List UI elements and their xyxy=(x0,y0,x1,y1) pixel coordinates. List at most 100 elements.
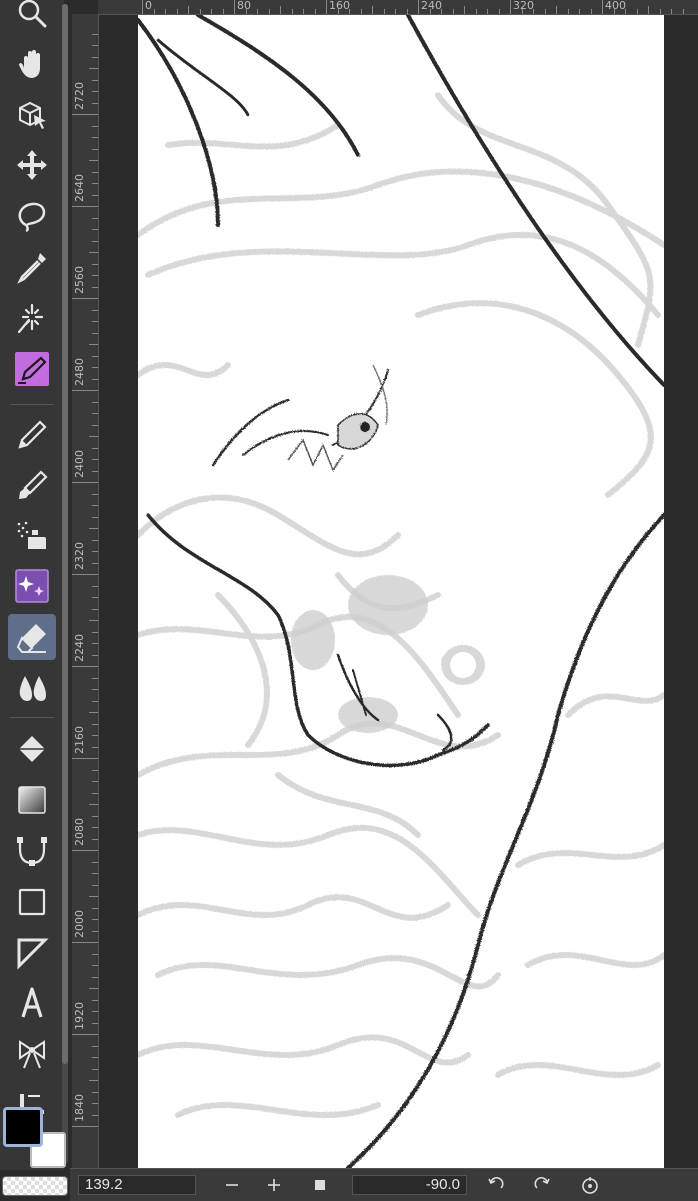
ruler-minor-tick xyxy=(567,9,569,14)
ruler-minor-tick xyxy=(153,9,155,14)
ruler-minor-tick xyxy=(92,240,98,242)
main-color-swatch[interactable] xyxy=(3,1107,43,1147)
ruler-label: 2160 xyxy=(73,726,86,754)
blend-icon xyxy=(19,676,46,701)
ruler-minor-tick xyxy=(406,9,408,14)
ruler-minor-tick xyxy=(92,355,98,357)
ruler-minor-tick xyxy=(92,735,98,736)
ruler-tick xyxy=(234,0,235,14)
plus-icon xyxy=(268,1179,280,1191)
reset-rotation-icon xyxy=(582,1177,598,1194)
zoom-in-button[interactable] xyxy=(260,1171,288,1199)
scrollbar-thumb[interactable] xyxy=(62,4,68,1064)
ruler-tick xyxy=(72,114,98,115)
ruler-tick xyxy=(72,1034,98,1035)
ruler-minor-tick xyxy=(92,56,98,58)
ruler-minor-tick xyxy=(188,6,189,14)
fill-tool-button[interactable] xyxy=(8,725,56,771)
frame-border-tool-button[interactable] xyxy=(8,930,56,976)
rotate-right-button[interactable] xyxy=(528,1171,556,1199)
ruler-minor-tick xyxy=(92,1114,98,1116)
ruler-minor-tick xyxy=(659,9,661,14)
balloon-icon xyxy=(19,1040,45,1069)
lasso-select-tool-button[interactable] xyxy=(8,193,56,239)
zoom-field[interactable]: 139.2 xyxy=(78,1175,196,1195)
decoration-tool-button[interactable] xyxy=(8,563,56,609)
reset-rotation-button[interactable] xyxy=(576,1171,604,1199)
ruler-minor-tick xyxy=(92,953,98,955)
ruler-minor-tick xyxy=(92,585,98,587)
ruler-label: 80 xyxy=(237,0,251,12)
ruler-minor-tick xyxy=(636,9,638,14)
ruler-minor-tick xyxy=(521,9,523,14)
ruler-minor-tick xyxy=(556,6,557,14)
airbrush-icon xyxy=(17,521,46,549)
ruler-minor-tick xyxy=(498,9,500,14)
ruler-minor-tick xyxy=(441,9,442,14)
ruler-minor-tick xyxy=(92,321,98,322)
eyedropper-tool-button[interactable] xyxy=(8,244,56,290)
ruler-minor-tick xyxy=(92,1045,98,1047)
ruler-minor-tick xyxy=(671,9,672,14)
hand-tool-button[interactable] xyxy=(8,41,56,87)
move-layer-tool-button[interactable] xyxy=(8,142,56,188)
rectangle-icon xyxy=(18,888,46,916)
canvas-area[interactable] xyxy=(99,15,698,1168)
ruler-minor-tick xyxy=(89,68,98,69)
pencil-tool-button[interactable] xyxy=(8,411,56,457)
ruler-minor-tick xyxy=(92,689,98,690)
fit-to-window-button[interactable] xyxy=(306,1171,334,1199)
ruler-label: 2240 xyxy=(73,634,86,662)
ruler-minor-tick xyxy=(92,723,98,725)
ruler-minor-tick xyxy=(89,160,98,161)
ruler-minor-tick xyxy=(452,9,454,14)
rotation-field[interactable]: -90.0 xyxy=(352,1175,467,1195)
figure-curve-icon xyxy=(17,837,47,866)
eraser-tool-button[interactable] xyxy=(8,614,56,660)
zoom-icon xyxy=(18,0,47,28)
ruler-minor-tick xyxy=(165,9,166,14)
ruler-minor-tick xyxy=(92,401,98,403)
ruler-minor-tick xyxy=(464,6,465,14)
lasso-select-icon xyxy=(18,202,46,233)
brush-tool-button[interactable] xyxy=(8,462,56,508)
ruler-minor-tick xyxy=(92,424,98,426)
balloon-tool-button[interactable] xyxy=(8,1031,56,1077)
airbrush-tool-button[interactable] xyxy=(8,513,56,559)
gradient-tool-button[interactable] xyxy=(8,777,56,823)
pen-tool-tool-button[interactable] xyxy=(8,346,56,392)
ruler-minor-tick xyxy=(89,988,98,989)
vertical-ruler: 2720 2640 2560 2480 2400 2320 2240 2160 2080 2000… xyxy=(72,14,99,1168)
zoom-tool-button[interactable] xyxy=(8,0,56,36)
toolbar-divider xyxy=(10,404,54,405)
ruler-minor-tick xyxy=(92,137,98,138)
figure-curve-tool-button[interactable] xyxy=(8,828,56,874)
tool-palette-scrollbar[interactable] xyxy=(62,4,68,1164)
ruler-minor-tick xyxy=(257,9,258,14)
ruler-label: 160 xyxy=(329,0,350,12)
color-swatches xyxy=(0,1102,70,1174)
pen-tool-icon xyxy=(15,352,49,386)
ruler-minor-tick xyxy=(89,620,98,621)
ruler-minor-tick xyxy=(92,125,98,127)
ruler-minor-tick xyxy=(92,493,98,495)
text-tool-button[interactable] xyxy=(8,980,56,1026)
ruler-minor-tick xyxy=(360,9,362,14)
rotate-left-button[interactable] xyxy=(482,1171,510,1199)
operation-tool-button[interactable] xyxy=(8,92,56,138)
blend-tool-button[interactable] xyxy=(8,665,56,711)
rectangle-tool-button[interactable] xyxy=(8,879,56,925)
ruler-tick xyxy=(142,0,143,14)
ruler-minor-tick xyxy=(682,9,684,14)
ruler-minor-tick xyxy=(92,919,98,920)
zoom-out-button[interactable] xyxy=(218,1171,246,1199)
ruler-minor-tick xyxy=(92,700,98,702)
auto-select-tool-button[interactable] xyxy=(8,295,56,341)
pencil-icon xyxy=(18,420,47,449)
drawing-canvas[interactable] xyxy=(138,15,664,1168)
ruler-tick xyxy=(326,0,327,14)
ruler-tick xyxy=(72,206,98,207)
ruler-minor-tick xyxy=(92,378,98,380)
ruler-minor-tick xyxy=(92,1011,98,1012)
transparent-color-swatch[interactable] xyxy=(2,1176,68,1196)
